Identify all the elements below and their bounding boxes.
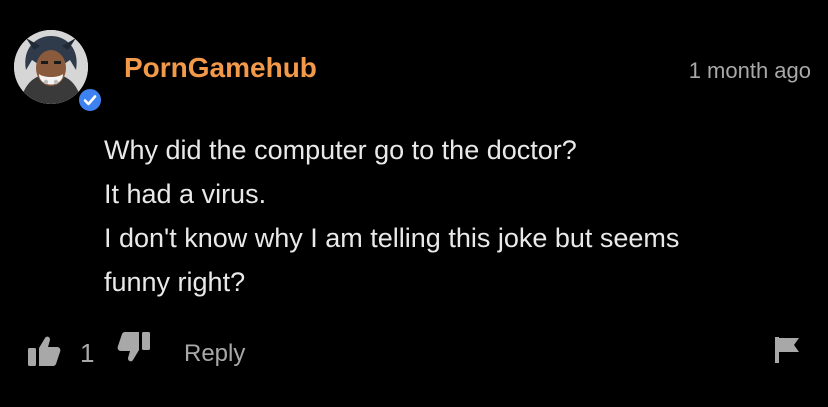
- comment-line: Why did the computer go to the doctor?: [104, 135, 577, 165]
- thumbs-up-icon: [28, 336, 61, 366]
- comment-timestamp: 1 month ago: [688, 58, 811, 83]
- reply-button[interactable]: Reply: [184, 340, 245, 368]
- check-badge-icon: [83, 95, 97, 106]
- verified-badge: [76, 86, 104, 114]
- comment-body: Why did the computer go to the doctor? I…: [104, 128, 784, 304]
- like-button[interactable]: [26, 334, 62, 368]
- comment-line: I don't know why I am telling this joke …: [104, 223, 680, 253]
- dislike-button[interactable]: [116, 330, 152, 364]
- flag-icon: [775, 337, 799, 363]
- comment-line: funny right?: [104, 267, 246, 297]
- thumbs-down-icon: [117, 332, 150, 362]
- flag-button[interactable]: [772, 335, 802, 365]
- avatar-container: [14, 30, 106, 116]
- comment-line: It had a virus.: [104, 179, 267, 209]
- comment-card: PornGamehub 1 month ago Why did the comp…: [0, 0, 828, 407]
- comment-actions: 1 Reply: [0, 330, 828, 374]
- like-count: 1: [80, 338, 95, 368]
- username-link[interactable]: PornGamehub: [124, 52, 317, 84]
